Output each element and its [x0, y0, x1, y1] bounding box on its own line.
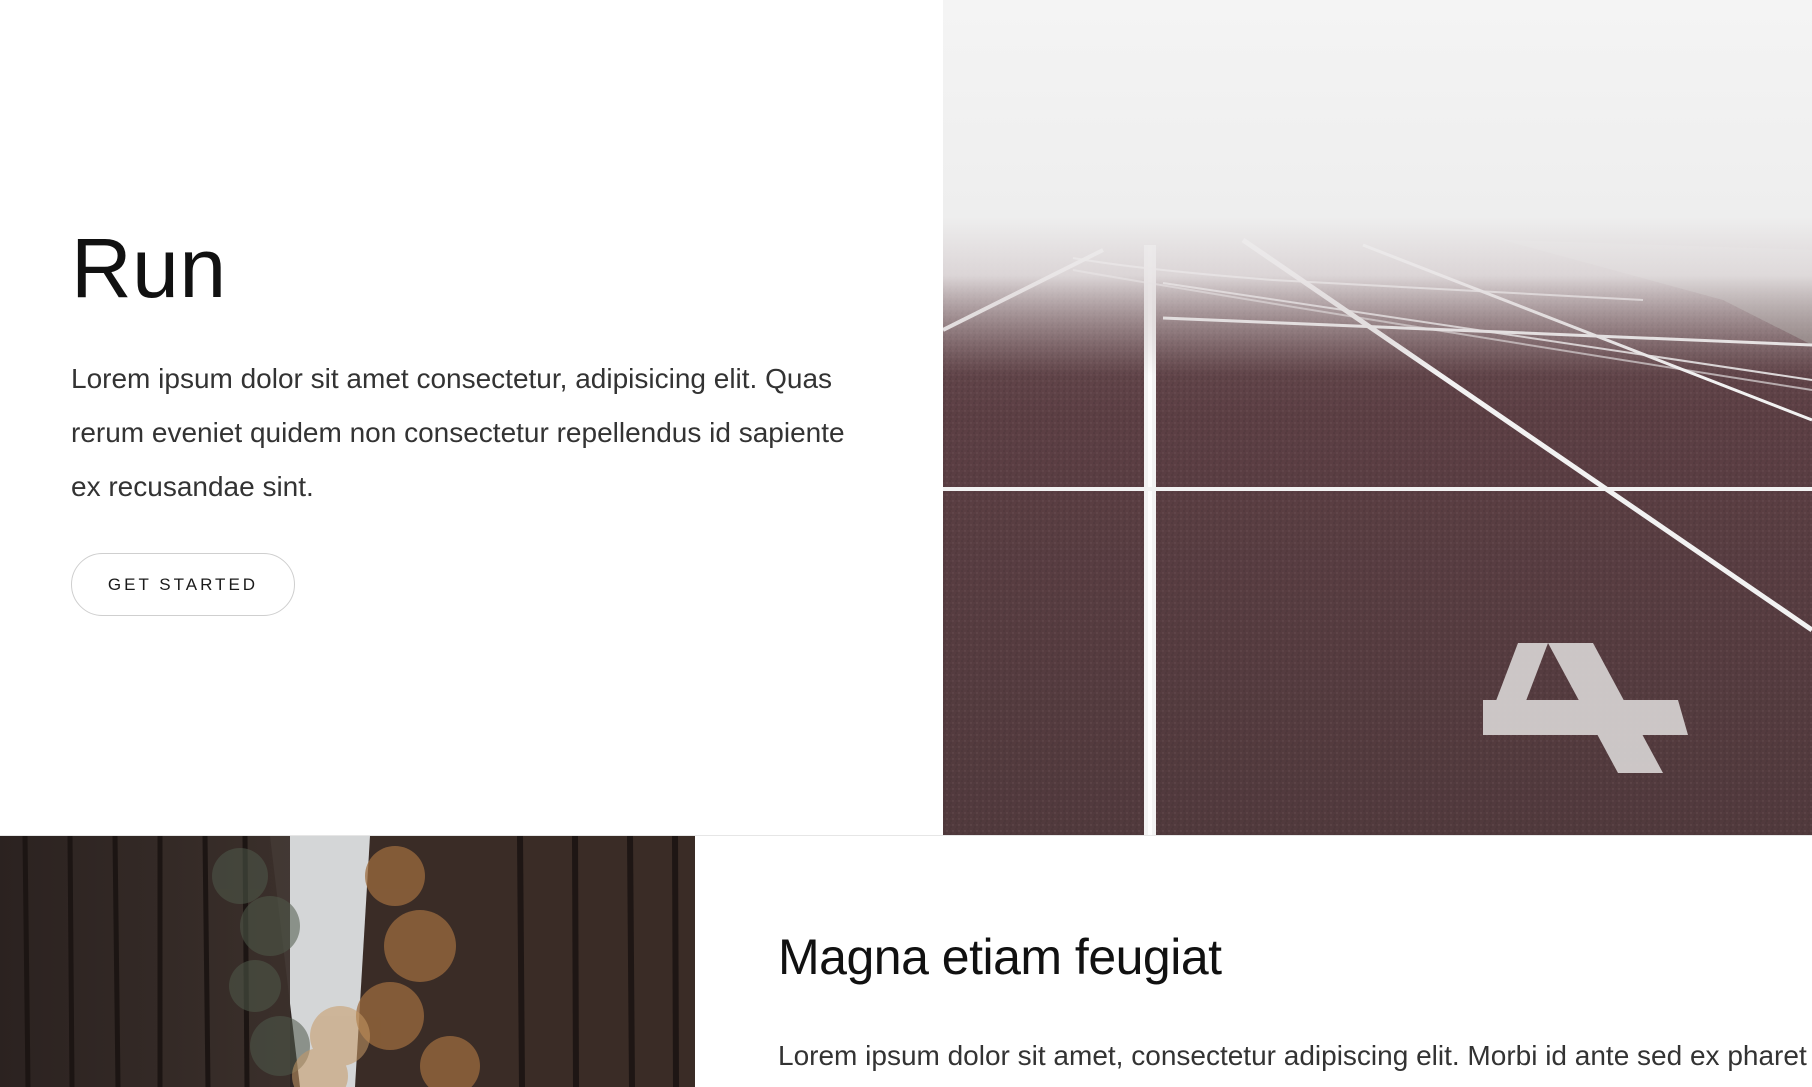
feature-title: Magna etiam feugiat — [778, 929, 1222, 985]
hero-section: Run Lorem ipsum dolor sit amet consectet… — [0, 0, 943, 835]
page: Run Lorem ipsum dolor sit amet consectet… — [0, 0, 1812, 1087]
forest-image — [0, 836, 695, 1087]
get-started-button[interactable]: GET STARTED — [71, 553, 295, 616]
running-track-image — [943, 0, 1812, 835]
hero-title: Run — [71, 221, 227, 315]
hero-description: Lorem ipsum dolor sit amet consectetur, … — [71, 363, 845, 502]
feature-description: Lorem ipsum dolor sit amet, consectetur … — [778, 1040, 1808, 1071]
